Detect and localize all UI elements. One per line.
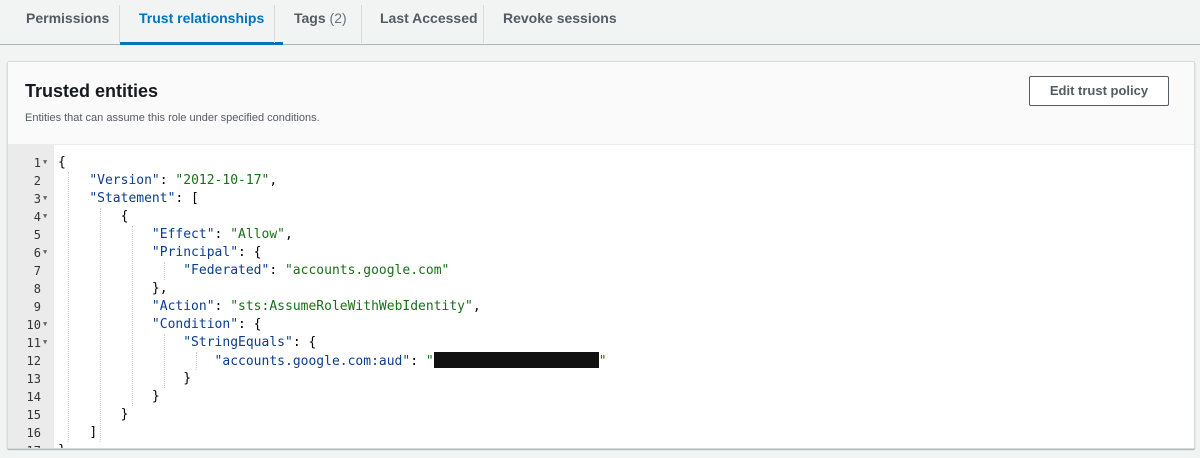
line-number: 1: [33, 156, 41, 170]
code-line: 11 ▼ "StringEquals": {: [8, 334, 1194, 352]
json-key: "Action": [151, 299, 215, 314]
code-line: 5 "Effect": "Allow",: [8, 226, 1194, 244]
line-number: 5: [33, 228, 41, 242]
edit-trust-policy-button[interactable]: Edit trust policy: [1029, 76, 1169, 106]
tab-revoke-sessions[interactable]: Revoke sessions: [503, 0, 617, 44]
code-line: 17}: [8, 442, 1194, 448]
code-text: "Version": "2012-10-17",: [89, 173, 278, 188]
line-number: 4: [33, 210, 41, 224]
line-number: 10: [26, 318, 41, 332]
tab-tags[interactable]: Tags (2): [294, 0, 347, 44]
fold-toggle-icon[interactable]: ▼: [43, 244, 47, 261]
line-number: 3: [33, 192, 41, 206]
tab-divider: [483, 5, 484, 43]
line-number: 13: [26, 372, 41, 386]
line-number: 9: [33, 300, 41, 314]
tab-label: Trust relationships: [139, 10, 265, 26]
indent-guide: [100, 208, 101, 442]
tab-bar: Permissions Trust relationships Tags (2)…: [0, 0, 1200, 45]
code-line: 16 ]: [8, 424, 1194, 442]
tab-label: Tags: [294, 10, 326, 26]
code-text: }: [58, 442, 66, 448]
code-text: "Condition": {: [151, 317, 262, 332]
fold-toggle-icon[interactable]: ▼: [43, 208, 47, 225]
json-string-value: "Allow": [230, 227, 285, 242]
code-text: ]: [89, 425, 98, 440]
line-number: 12: [26, 354, 41, 368]
code-text: }: [151, 389, 160, 404]
code-text: "Action": "sts:AssumeRoleWithWebIdentity…: [151, 299, 481, 314]
code-line: 12 "accounts.google.com:aud": " ": [8, 352, 1194, 370]
tab-divider: [361, 5, 362, 43]
tab-trust-relationships[interactable]: Trust relationships: [120, 0, 284, 45]
code-text: "Statement": [: [89, 191, 199, 206]
json-string-value: "2012-10-17": [175, 173, 270, 188]
code-line: 2 "Version": "2012-10-17",: [8, 172, 1194, 190]
code-line: 6 ▼ "Principal": {: [8, 244, 1194, 262]
tab-divider: [274, 5, 275, 43]
line-number: 6: [33, 246, 41, 260]
line-number: 11: [26, 336, 41, 350]
json-string-value: "accounts.google.com": [284, 263, 450, 278]
panel-description: Entities that can assume this role under…: [25, 112, 320, 124]
fold-toggle-icon[interactable]: ▼: [43, 334, 47, 351]
indent-guide: [68, 172, 69, 442]
json-key: "Effect": [151, 227, 215, 242]
line-number: 15: [26, 408, 41, 422]
indent-guide: [132, 226, 133, 406]
policy-code-editor[interactable]: 1 ▼{2 "Version": "2012-10-17", 3 ▼ "Stateme…: [8, 145, 1194, 448]
code-line: 10 ▼ "Condition": {: [8, 316, 1194, 334]
code-text: },: [151, 281, 168, 296]
json-key: "Statement": [89, 191, 176, 206]
line-number: 8: [33, 282, 41, 296]
fold-toggle-icon[interactable]: ▼: [43, 316, 47, 333]
code-line: 9 "Action": "sts:AssumeRoleWithWebIdenti…: [8, 298, 1194, 316]
code-line: 4 ▼ {: [8, 208, 1194, 226]
indent-guide: [164, 262, 165, 280]
code-text: "Federated": "accounts.google.com": [183, 263, 450, 278]
fold-toggle-icon[interactable]: ▼: [43, 190, 47, 207]
code-line: 3 ▼ "Statement": [: [8, 190, 1194, 208]
json-string-value: "sts:AssumeRoleWithWebIdentity": [230, 299, 473, 314]
json-key: "Principal": [151, 245, 239, 260]
code-text: "Effect": "Allow",: [151, 227, 293, 242]
code-text: {: [58, 155, 66, 170]
indent-guide: [196, 352, 197, 370]
code-text: "Principal": {: [151, 245, 262, 260]
line-number: 14: [26, 390, 41, 404]
tab-last-accessed[interactable]: Last Accessed: [380, 0, 478, 44]
code-line: 7 "Federated": "accounts.google.com": [8, 262, 1194, 280]
line-number: 16: [26, 426, 41, 440]
line-number: 2: [33, 174, 41, 188]
indent-guide: [164, 334, 165, 388]
active-tab-indicator: [120, 42, 284, 45]
json-key: "Condition": [151, 317, 239, 332]
json-key: "accounts.google.com:aud": [214, 354, 411, 369]
code-text: "accounts.google.com:aud": " ": [214, 352, 607, 369]
json-key: "Federated": [183, 263, 270, 278]
tags-count: (2): [329, 10, 347, 26]
line-number: 7: [33, 264, 41, 278]
code-line: 15 }: [8, 406, 1194, 424]
json-key: "StringEquals": [183, 335, 293, 350]
tab-label: Last Accessed: [380, 10, 478, 26]
json-key: "Version": [89, 173, 160, 188]
tab-permissions[interactable]: Permissions: [26, 0, 109, 44]
code-line: 1 ▼ {: [8, 154, 1194, 172]
code-line: 14 }: [8, 388, 1194, 406]
tab-label: Revoke sessions: [503, 10, 617, 26]
tab-label: Permissions: [26, 10, 110, 26]
code-line: 13 }: [8, 370, 1194, 388]
code-text: "StringEquals": {: [183, 335, 317, 350]
panel-header: Trusted entities Entities that can assum…: [8, 62, 1194, 145]
panel-title: Trusted entities: [25, 81, 159, 101]
code-line: 8 },: [8, 280, 1194, 298]
fold-toggle-icon[interactable]: ▼: [43, 154, 47, 171]
line-number: 17: [8, 442, 41, 448]
redacted-value: [433, 352, 599, 368]
trusted-entities-panel: Trusted entities Entities that can assum…: [7, 61, 1195, 449]
code-text: }: [183, 371, 192, 386]
